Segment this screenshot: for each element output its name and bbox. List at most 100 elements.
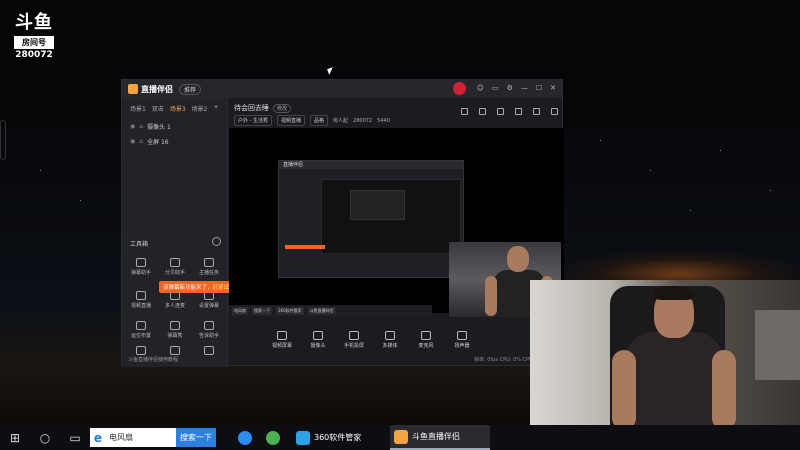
- tag-chip[interactable]: 品格: [310, 115, 329, 126]
- nested-preview: [321, 179, 461, 254]
- user-icon: [170, 258, 180, 267]
- windows-start-icon[interactable]: ⊞: [0, 431, 30, 445]
- tab-scene-3[interactable]: 场景3: [170, 104, 186, 113]
- mail-icon[interactable]: [515, 108, 522, 115]
- room-badge: 房间号: [14, 36, 54, 49]
- captured-taskbar: 电风扇 搜索一下 360软件管家 斗鱼直播伴侣: [228, 305, 432, 317]
- toolbox-title: 工具箱: [130, 241, 149, 248]
- tool-layout[interactable]: 运位布置: [126, 321, 156, 339]
- source-item-camera[interactable]: ◉ ⌂ 摄像头 1: [122, 119, 227, 134]
- taskbar-app-douyu[interactable]: 斗鱼直播伴侣: [390, 425, 490, 450]
- side-handle[interactable]: [0, 120, 6, 160]
- screen-capture-button[interactable]: 视频屏幕: [269, 331, 295, 349]
- share-icon[interactable]: [551, 108, 558, 115]
- nested-title: 直播伴侣: [279, 161, 463, 169]
- source-item-fullscreen[interactable]: ◉ ⌂ 全屏 16: [122, 134, 227, 149]
- close-button[interactable]: ✕: [550, 84, 556, 92]
- show-icon: [170, 321, 180, 330]
- tool-danmu-settings[interactable]: 设置弹幕: [194, 291, 224, 309]
- mic-button[interactable]: 麦克风: [413, 331, 439, 349]
- douyu-icon: [394, 429, 408, 444]
- guide-button[interactable]: 推荐: [179, 83, 202, 95]
- 360-manager-icon: [296, 430, 310, 445]
- tab-scene-double[interactable]: 双击: [152, 104, 164, 113]
- tutorial-link[interactable]: 斗鱼直播伴侣使用教程: [128, 356, 178, 363]
- bottom-toolbar: 视频屏幕 摄像头 手机投屏 多媒体 麦克风 扬声器: [269, 331, 475, 349]
- nested-preview-inner: [350, 190, 405, 220]
- layout-icon: [136, 321, 146, 330]
- mini-task-item: 电风扇: [232, 307, 248, 315]
- 360-browser-icon: [266, 430, 280, 445]
- tool-tasks[interactable]: 主播任务: [194, 258, 224, 276]
- maximize-button[interactable]: ☐: [536, 84, 542, 92]
- followers-label: 房人起: [333, 118, 349, 124]
- room-id: 280072: [353, 117, 373, 124]
- skin-icon[interactable]: ☺: [477, 84, 484, 92]
- phone-cast-button[interactable]: 手机投屏: [341, 331, 367, 349]
- screen-icon: [277, 331, 287, 340]
- app-title: 直播伴侣: [141, 84, 173, 94]
- lock-icon[interactable]: [479, 108, 486, 115]
- bell-icon: [204, 321, 214, 330]
- tab-scene-1[interactable]: 场景1: [130, 104, 146, 113]
- logo-mark: 斗鱼: [15, 12, 53, 33]
- webcam-overlay-large: [530, 280, 800, 425]
- camera-button[interactable]: 摄像头: [305, 331, 331, 349]
- taskbar-app-k[interactable]: [234, 425, 256, 450]
- gift-icon[interactable]: [461, 108, 468, 115]
- source-label: 全屏 16: [147, 139, 169, 146]
- danmu-icon: [136, 258, 146, 267]
- tool-decibel[interactable]: 分贝助手: [160, 258, 190, 276]
- lock-icon[interactable]: ⌂: [139, 138, 143, 145]
- ie-icon: e: [93, 430, 103, 445]
- app-logo-icon: [128, 84, 138, 94]
- eye-icon[interactable]: ◉: [130, 138, 135, 145]
- phone-icon: [349, 331, 359, 340]
- tool-multi-mic[interactable]: 多人连麦: [160, 291, 190, 309]
- browser-search-box[interactable]: e 电风扇 搜索一下: [90, 428, 216, 447]
- mini-task-item: 斗鱼直播伴侣: [307, 307, 336, 315]
- cortana-icon[interactable]: ○: [30, 431, 60, 445]
- speaker-button[interactable]: 扬声器: [449, 331, 475, 349]
- settings-icon[interactable]: ⚙: [507, 84, 513, 92]
- speaker-icon: [457, 331, 467, 340]
- media-button[interactable]: 多媒体: [377, 331, 403, 349]
- quality-chip[interactable]: 视频直播: [276, 115, 305, 126]
- minimize-button[interactable]: —: [521, 84, 528, 92]
- task-icon: [204, 258, 214, 267]
- window-controls: ☺ ▭ ⚙ — ☐ ✕: [477, 84, 556, 92]
- edit-title-button[interactable]: 修改: [273, 103, 292, 113]
- mini-task-item: 360软件管家: [276, 307, 304, 315]
- bell-icon[interactable]: [533, 108, 540, 115]
- toolbox-settings-icon[interactable]: [212, 237, 221, 246]
- search-button[interactable]: 搜索一下: [176, 428, 216, 447]
- tool-video[interactable]: 视频直播: [126, 291, 156, 309]
- tab-scene-2[interactable]: 场景2: [192, 104, 208, 113]
- tool-danmu-assistant[interactable]: 弹幕助手: [126, 258, 156, 276]
- horizon-glow: [560, 250, 800, 280]
- mic-icon: [421, 331, 431, 340]
- desktop: 斗鱼 房间号 280072 直播伴侣 推荐 ☺ ▭ ⚙ — ☐ ✕ 场景1 双击…: [0, 0, 800, 425]
- search-input[interactable]: 电风扇: [106, 432, 176, 443]
- eye-icon[interactable]: ◉: [130, 123, 135, 130]
- room-title: 待会回去睡 修改: [234, 103, 292, 113]
- taskbar-app-360-manager[interactable]: 360软件管家: [292, 425, 365, 450]
- taskbar-app-360[interactable]: [262, 425, 284, 450]
- scene-tabs: 场景1 双击 场景3 场景2 +: [122, 98, 227, 119]
- tool-danmu-show[interactable]: 弹幕秀: [160, 321, 190, 339]
- tool-notify[interactable]: 告诉助手: [194, 321, 224, 339]
- scene-sidebar: 场景1 双击 场景3 场景2 + ◉ ⌂ 摄像头 1 ◉ ⌂ 全屏 16 工具箱…: [122, 98, 249, 367]
- app-titlebar[interactable]: 直播伴侣 推荐 ☺ ▭ ⚙ — ☐ ✕: [122, 80, 562, 98]
- k-app-icon: [238, 430, 252, 445]
- heat-value: 5440: [377, 117, 390, 124]
- add-scene-button[interactable]: +: [214, 104, 219, 113]
- lock-icon[interactable]: ⌂: [139, 123, 143, 130]
- room-number: 280072: [15, 50, 53, 60]
- category-chip[interactable]: 户外 - 生活秀: [234, 115, 272, 126]
- record-icon[interactable]: [497, 108, 504, 115]
- tool-host[interactable]: [194, 346, 224, 357]
- avatar[interactable]: [453, 82, 466, 95]
- task-view-icon[interactable]: ▭: [60, 431, 90, 445]
- layout-icon[interactable]: ▭: [492, 84, 499, 92]
- source-label: 摄像头 1: [147, 124, 171, 131]
